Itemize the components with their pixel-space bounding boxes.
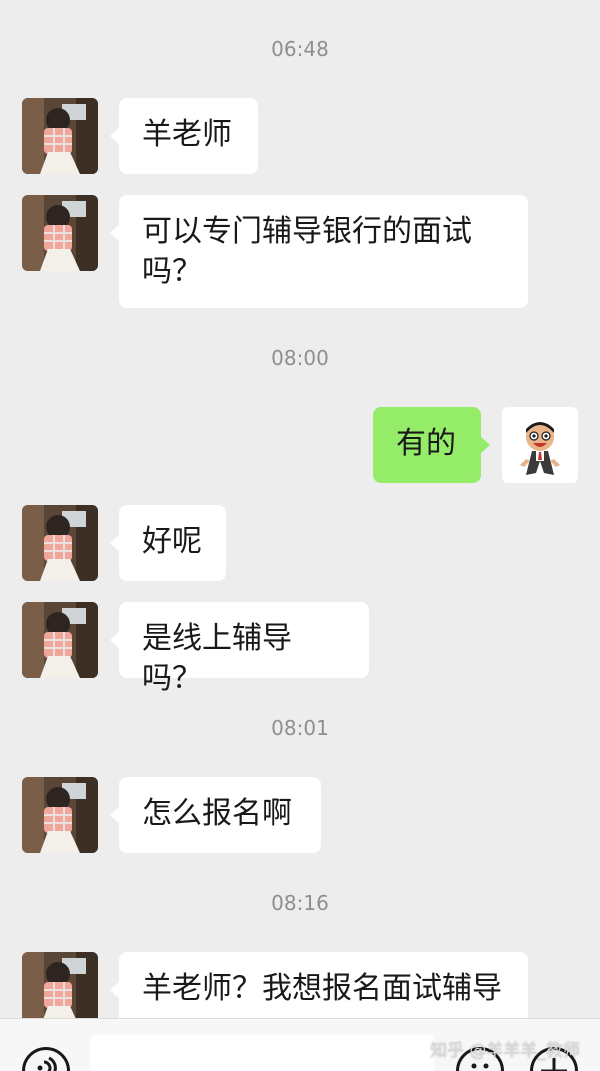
avatar[interactable] [22,602,98,678]
my-avatar[interactable] [502,407,578,483]
incoming-message-bubble[interactable]: 怎么报名啊 [110,777,321,853]
timestamp: 06:48 [271,37,329,61]
girl-photo-icon [22,505,98,581]
watermark: 知乎 @羊羊羊_教师 [430,1041,580,1061]
timestamp: 08:00 [271,346,329,370]
message-input[interactable] [90,1035,434,1071]
avatar[interactable] [22,98,98,174]
avatar[interactable] [22,505,98,581]
incoming-message-bubble[interactable]: 羊老师 [110,98,258,174]
timestamp: 08:01 [271,716,329,740]
timestamp: 08:16 [271,891,329,915]
girl-photo-icon [22,777,98,853]
incoming-message-bubble[interactable]: 可以专门辅导银行的面试吗？ [110,195,528,308]
girl-photo-icon [22,195,98,271]
voice-icon [37,1056,57,1071]
avatar[interactable] [22,952,98,1028]
girl-photo-icon [22,952,98,1028]
voice-button[interactable] [22,1047,70,1071]
chat-screen: 06:48 羊老师 可以专门辅导银行的面试吗？ 08:00 有的 好呢 是线上辅… [0,0,600,1071]
outgoing-message-bubble[interactable]: 有的 [373,407,490,483]
girl-photo-icon [22,98,98,174]
incoming-message-bubble[interactable]: 是线上辅导吗？ [110,602,369,696]
girl-photo-icon [22,602,98,678]
incoming-message-bubble[interactable]: 羊老师？我想报名面试辅导 [110,952,528,1028]
incoming-message-bubble[interactable]: 好呢 [110,505,226,581]
avatar[interactable] [22,777,98,853]
avatar[interactable] [22,195,98,271]
cartoon-man-icon [502,407,578,483]
